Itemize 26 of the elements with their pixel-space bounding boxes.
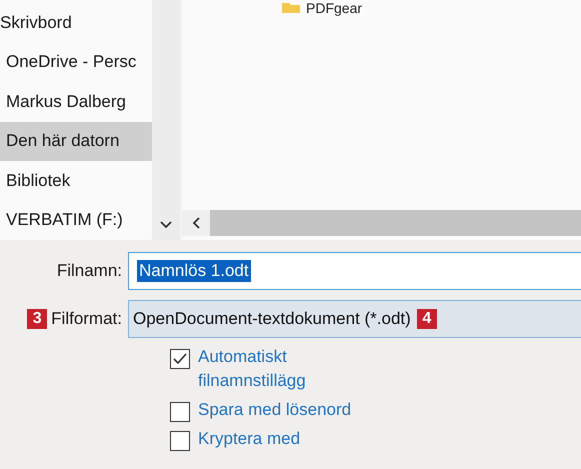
checkbox[interactable] (170, 431, 190, 451)
nav-item[interactable]: Markus Dalberg (0, 82, 152, 122)
nav-item[interactable]: Den här datorn (0, 122, 152, 161)
checkbox[interactable] (170, 402, 190, 422)
option-label[interactable]: Spara med lösenord (198, 398, 368, 422)
callout-badge: 3 (27, 309, 48, 329)
checkbox[interactable] (170, 349, 190, 369)
nav-item[interactable]: OneDrive - Persc (0, 42, 152, 82)
option-label[interactable]: Automatiskt filnamnstillägg (198, 345, 368, 393)
file-name[interactable]: PDFgear (306, 0, 362, 16)
nav-item[interactable]: Skrivbord (0, 3, 152, 42)
filename-value: Namnlös 1.odt (137, 260, 251, 282)
chevron-left-icon[interactable] (191, 216, 201, 230)
filename-field[interactable]: Namnlös 1.odt (128, 252, 581, 290)
horizontal-scrollbar[interactable] (182, 210, 581, 236)
callout-badge: 4 (416, 309, 437, 329)
format-label: Filformat: (51, 309, 122, 329)
nav-item[interactable]: Bibliotek (0, 161, 152, 200)
format-dropdown[interactable]: OpenDocument-textdokument (*.odt) 4 (128, 300, 581, 338)
nav-item[interactable]: VERBATIM (F:) (0, 200, 152, 240)
folder-icon (282, 3, 300, 13)
option-label[interactable]: Kryptera med (198, 427, 368, 451)
filename-label: Filnamn: (56, 261, 122, 281)
vertical-scrollbar[interactable] (152, 0, 180, 240)
checkmark-icon (173, 353, 187, 365)
chevron-down-icon[interactable] (159, 220, 173, 230)
